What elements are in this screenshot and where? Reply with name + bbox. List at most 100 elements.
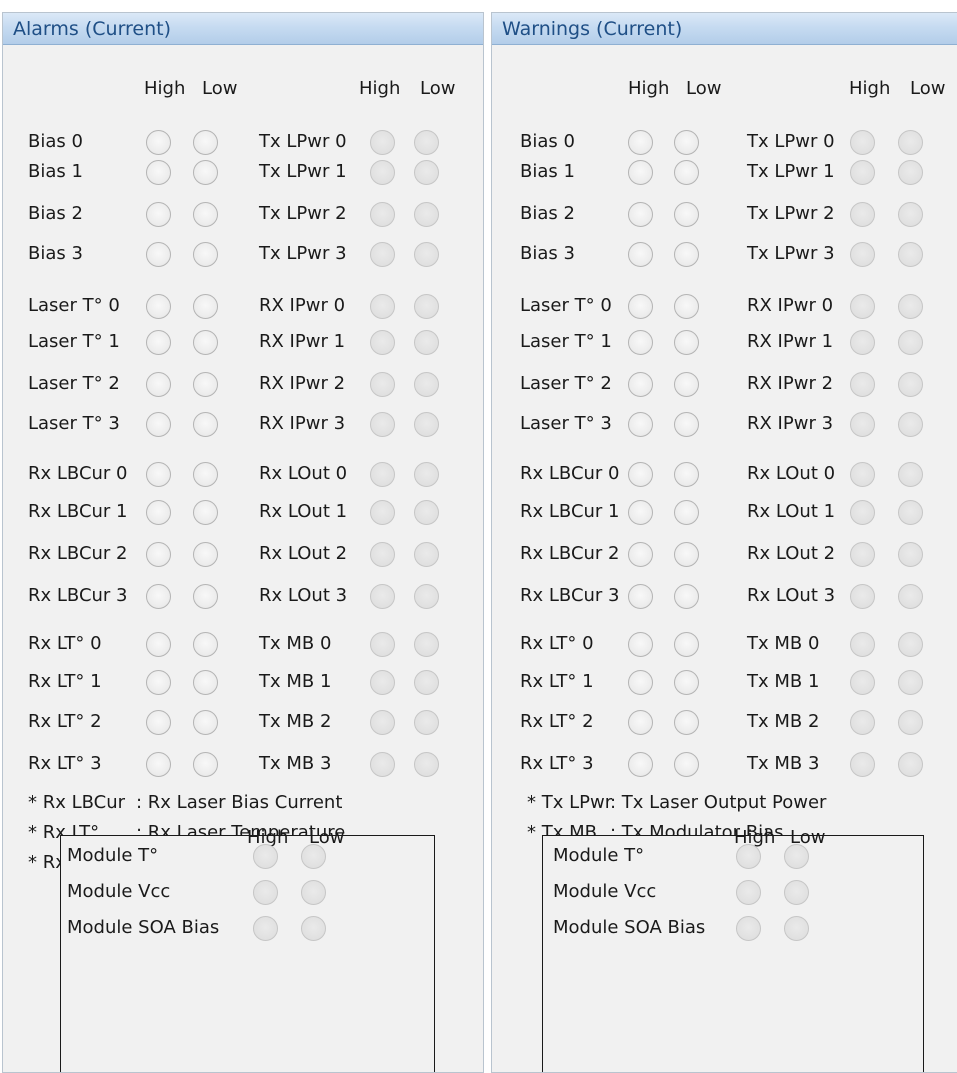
row-label: Rx LT° 1 — [520, 671, 594, 692]
row-label: RX IPwr 1 — [259, 331, 346, 352]
high-indicator-icon — [370, 710, 395, 735]
high-indicator-icon — [628, 500, 653, 525]
row-label: Bias 2 — [520, 203, 575, 224]
high-indicator-icon — [628, 294, 653, 319]
high-indicator-icon — [628, 130, 653, 155]
low-indicator-icon — [301, 916, 326, 941]
row-label: Tx MB 2 — [259, 711, 332, 732]
high-indicator-icon — [370, 584, 395, 609]
column-header-low: Low — [686, 78, 722, 99]
row-label: Tx MB 1 — [747, 671, 820, 692]
low-indicator-icon — [414, 500, 439, 525]
high-indicator-icon — [850, 632, 875, 657]
row-label: Laser T° 1 — [520, 331, 612, 352]
low-indicator-icon — [898, 294, 923, 319]
high-indicator-icon — [628, 752, 653, 777]
low-indicator-icon — [898, 462, 923, 487]
low-indicator-icon — [414, 710, 439, 735]
low-indicator-icon — [898, 542, 923, 567]
row-label: Laser T° 2 — [520, 373, 612, 394]
high-indicator-icon — [370, 242, 395, 267]
high-indicator-icon — [850, 202, 875, 227]
row-label: Tx LPwr 2 — [259, 203, 347, 224]
row-label: Laser T° 3 — [28, 413, 120, 434]
high-indicator-icon — [850, 130, 875, 155]
high-indicator-icon — [628, 372, 653, 397]
row-label: Bias 1 — [520, 161, 575, 182]
low-indicator-icon — [898, 372, 923, 397]
row-label: Rx LT° 2 — [520, 711, 594, 732]
row-label: Bias 1 — [28, 161, 83, 182]
low-indicator-icon — [674, 632, 699, 657]
low-indicator-icon — [674, 330, 699, 355]
column-header-high: High — [849, 78, 891, 99]
row-label: RX IPwr 1 — [747, 331, 834, 352]
high-indicator-icon — [146, 294, 171, 319]
high-indicator-icon — [146, 500, 171, 525]
high-indicator-icon — [628, 242, 653, 267]
high-indicator-icon — [628, 710, 653, 735]
high-indicator-icon — [253, 916, 278, 941]
low-indicator-icon — [193, 330, 218, 355]
high-indicator-icon — [628, 462, 653, 487]
row-label: Rx LOut 1 — [747, 501, 836, 522]
low-indicator-icon — [414, 372, 439, 397]
column-header-low: Low — [420, 78, 456, 99]
low-indicator-icon — [898, 752, 923, 777]
high-indicator-icon — [850, 500, 875, 525]
high-indicator-icon — [850, 160, 875, 185]
high-indicator-icon — [146, 372, 171, 397]
row-label: Rx LBCur 0 — [520, 463, 620, 484]
warnings-header: Warnings (Current) — [492, 13, 957, 45]
row-label: Bias 2 — [28, 203, 83, 224]
high-indicator-icon — [628, 412, 653, 437]
row-label: Rx LT° 3 — [520, 753, 594, 774]
module-row-label: Module Vcc — [67, 881, 171, 902]
low-indicator-icon — [193, 412, 218, 437]
high-indicator-icon — [370, 670, 395, 695]
high-indicator-icon — [370, 202, 395, 227]
row-label: RX IPwr 2 — [747, 373, 834, 394]
row-label: RX IPwr 2 — [259, 373, 346, 394]
row-label: RX IPwr 3 — [259, 413, 346, 434]
row-label: Rx LT° 0 — [520, 633, 594, 654]
row-label: Rx LBCur 1 — [520, 501, 620, 522]
high-indicator-icon — [850, 752, 875, 777]
low-indicator-icon — [414, 330, 439, 355]
high-indicator-icon — [628, 542, 653, 567]
low-indicator-icon — [898, 242, 923, 267]
row-label: Rx LT° 3 — [28, 753, 102, 774]
high-indicator-icon — [370, 462, 395, 487]
module-status-group — [60, 835, 435, 1072]
row-label: Rx LOut 0 — [747, 463, 836, 484]
low-indicator-icon — [193, 584, 218, 609]
high-indicator-icon — [146, 330, 171, 355]
row-label: Laser T° 0 — [520, 295, 612, 316]
row-label: Rx LOut 2 — [747, 543, 836, 564]
column-header-high: High — [359, 78, 401, 99]
low-indicator-icon — [784, 844, 809, 869]
low-indicator-icon — [674, 160, 699, 185]
high-indicator-icon — [628, 160, 653, 185]
low-indicator-icon — [414, 632, 439, 657]
low-indicator-icon — [193, 670, 218, 695]
low-indicator-icon — [674, 462, 699, 487]
high-indicator-icon — [146, 710, 171, 735]
high-indicator-icon — [370, 330, 395, 355]
high-indicator-icon — [146, 584, 171, 609]
row-label: Bias 0 — [28, 131, 83, 152]
low-indicator-icon — [898, 130, 923, 155]
high-indicator-icon — [146, 752, 171, 777]
high-indicator-icon — [370, 130, 395, 155]
warnings-title: Warnings (Current) — [502, 18, 683, 40]
low-indicator-icon — [784, 880, 809, 905]
low-indicator-icon — [674, 412, 699, 437]
low-indicator-icon — [301, 880, 326, 905]
low-indicator-icon — [193, 710, 218, 735]
low-indicator-icon — [784, 916, 809, 941]
low-indicator-icon — [414, 670, 439, 695]
low-indicator-icon — [414, 752, 439, 777]
high-indicator-icon — [850, 242, 875, 267]
high-indicator-icon — [850, 330, 875, 355]
high-indicator-icon — [850, 584, 875, 609]
